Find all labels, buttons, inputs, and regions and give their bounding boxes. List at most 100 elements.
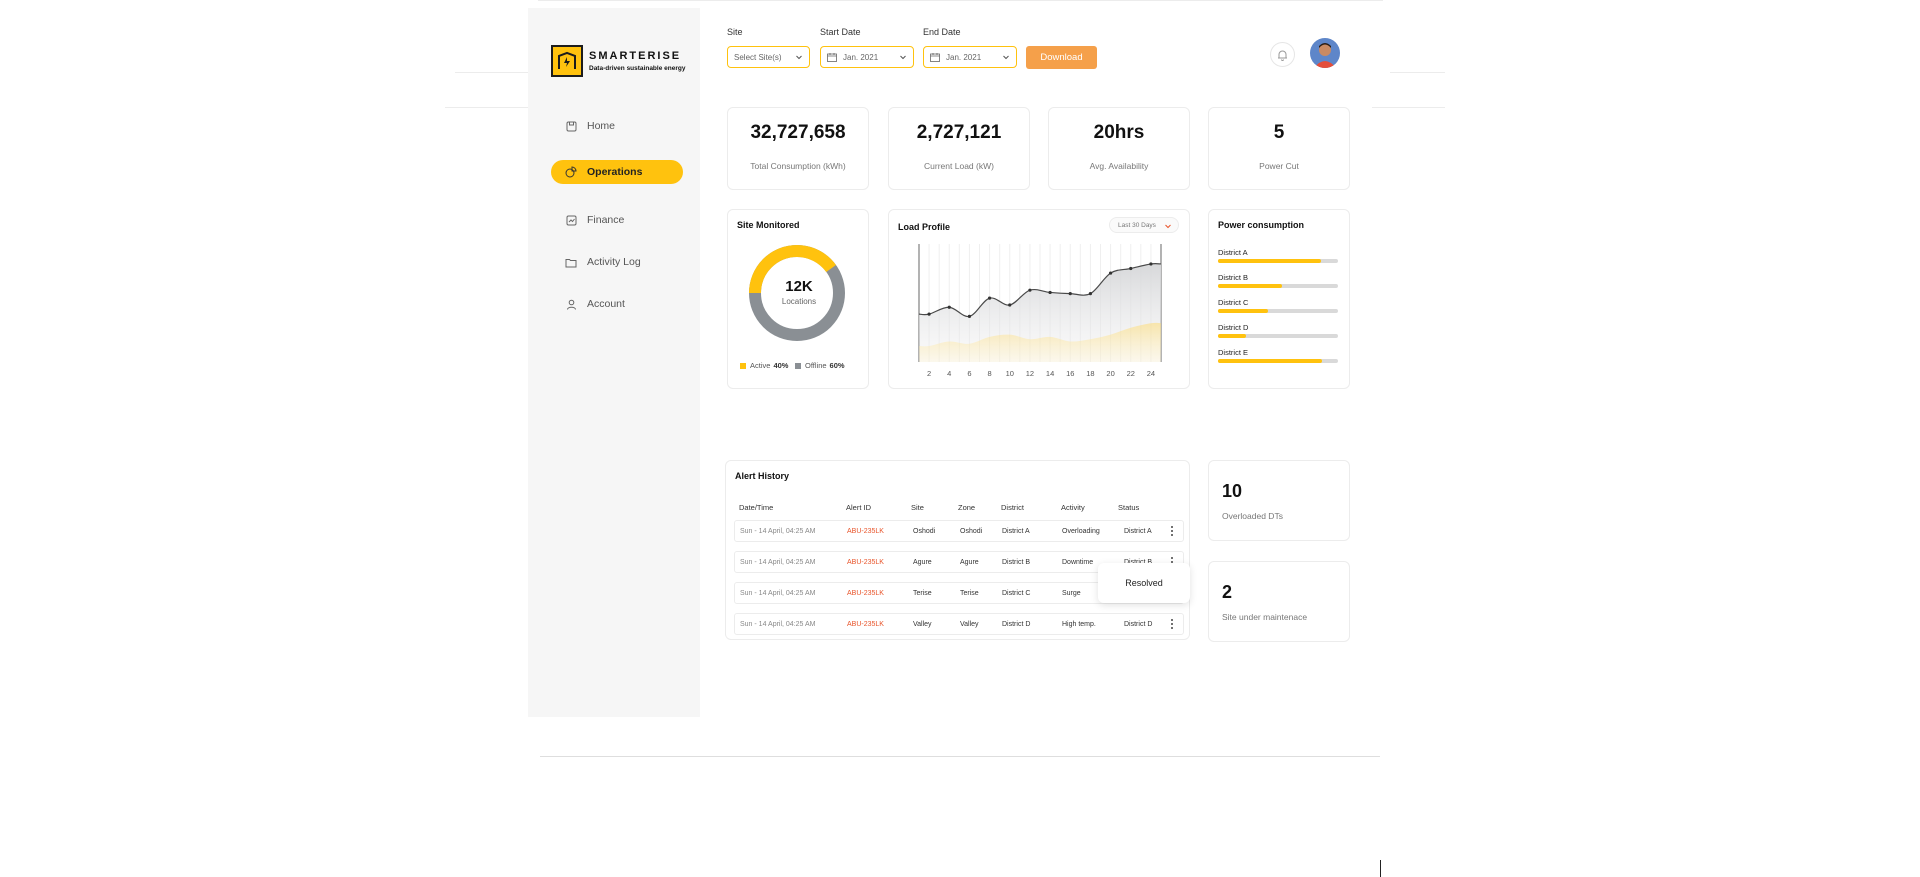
site-monitored-card: Site Monitored 12K Locations Active 40% … xyxy=(727,209,869,389)
table-cell: District B xyxy=(1002,559,1030,566)
column-header[interactable]: Alert ID xyxy=(846,503,871,512)
finance-icon xyxy=(565,214,577,226)
table-cell: District D xyxy=(1002,621,1031,628)
background-line xyxy=(1372,107,1445,108)
table-cell[interactable]: ABU-235LK xyxy=(847,559,884,566)
column-header[interactable]: Activity xyxy=(1061,503,1085,512)
sidebar-item-label: Operations xyxy=(587,166,643,178)
brand-logo[interactable]: SMARTERISE Data-driven sustainable energ… xyxy=(551,45,691,79)
legend-label: Active xyxy=(750,361,771,370)
sidebar-item-activity-log[interactable]: Activity Log xyxy=(551,250,683,274)
data-point xyxy=(927,312,931,316)
load-profile-card: Load Profile Last 30 Days 2 4 6 8 10 12 14 16 18… xyxy=(888,209,1190,389)
card-title: Alert History xyxy=(735,471,790,481)
brand-tagline: Data-driven sustainable energy xyxy=(589,65,686,72)
x-tick-label: 16 xyxy=(1066,369,1074,378)
legend-value: 60% xyxy=(829,361,845,370)
kpi-label: Current Load (kW) xyxy=(924,161,994,171)
power-consumption-card: Power consumption District A District B Di… xyxy=(1208,209,1350,389)
table-row[interactable]: Sun - 14 April, 04:25 AM ABU-235LK Oshodi O… xyxy=(734,520,1184,542)
table-cell: District C xyxy=(1002,590,1031,597)
column-header[interactable]: Status xyxy=(1118,503,1139,512)
legend-value: 40% xyxy=(773,361,789,370)
kpi-label: Avg. Availability xyxy=(1089,161,1149,171)
calendar-icon xyxy=(827,52,837,62)
table-cell: District D xyxy=(1124,621,1153,628)
table-cell: Oshodi xyxy=(913,528,936,535)
alert-history-card: Alert History Date/Time Alert ID Site Zone D… xyxy=(725,460,1190,640)
bell-icon xyxy=(1278,50,1287,61)
sidebar-item-home[interactable]: Home xyxy=(551,114,683,138)
x-tick-label: 18 xyxy=(1086,369,1094,378)
maintenance-card: 2 Site under maintenace xyxy=(1208,561,1350,642)
column-header[interactable]: District xyxy=(1001,503,1024,512)
avatar[interactable] xyxy=(1310,38,1340,68)
background-line xyxy=(1380,860,1381,877)
data-point xyxy=(967,314,972,318)
x-tick-label: 2 xyxy=(927,369,931,378)
data-point xyxy=(1048,290,1052,295)
table-cell: Agure xyxy=(960,559,979,566)
district-name: District C xyxy=(1218,298,1249,307)
notification-button[interactable] xyxy=(1270,42,1295,67)
resolved-popover-option[interactable]: Resolved xyxy=(1098,563,1190,603)
district-bar: District C xyxy=(1218,298,1338,313)
table-cell[interactable]: ABU-235LK xyxy=(847,590,884,597)
table-cell: Terise xyxy=(960,590,979,597)
x-tick-label: 12 xyxy=(1026,369,1034,378)
download-button[interactable]: Download xyxy=(1026,46,1097,69)
legend-swatch xyxy=(795,362,801,369)
x-tick-label: 6 xyxy=(967,369,971,378)
user-avatar-icon xyxy=(1310,38,1340,68)
table-cell[interactable]: ABU-235LK xyxy=(847,621,884,628)
district-track xyxy=(1218,284,1338,288)
table-cell: Surge xyxy=(1062,590,1081,597)
district-track xyxy=(1218,334,1338,338)
more-options-icon[interactable] xyxy=(1171,526,1175,536)
x-tick-label: 10 xyxy=(1006,369,1014,378)
end-date-picker[interactable]: Jan. 2021 xyxy=(923,46,1017,68)
data-point xyxy=(1108,271,1113,275)
district-fill xyxy=(1218,309,1269,313)
background-line xyxy=(540,756,1380,757)
district-name: District A xyxy=(1218,248,1248,257)
table-row[interactable]: Sun - 14 April, 04:25 AM ABU-235LK Valley V… xyxy=(734,613,1184,635)
chevron-down-icon xyxy=(900,55,906,60)
sidebar-item-finance[interactable]: Finance xyxy=(551,208,683,232)
column-header[interactable]: Site xyxy=(911,503,924,512)
sidebar-item-account[interactable]: Account xyxy=(551,292,683,316)
sidebar-item-label: Activity Log xyxy=(587,256,641,268)
district-track xyxy=(1218,259,1338,263)
operations-icon xyxy=(565,166,577,178)
column-header[interactable]: Zone xyxy=(958,503,975,512)
sidebar-item-operations[interactable]: Operations xyxy=(551,160,683,184)
site-select[interactable]: Select Site(s) xyxy=(727,46,810,68)
district-fill xyxy=(1218,334,1246,338)
x-tick-label: 8 xyxy=(987,369,991,378)
table-cell[interactable]: ABU-235LK xyxy=(847,528,884,535)
start-date-picker[interactable]: Jan. 2021 xyxy=(820,46,914,68)
kpi-card-total-consumption: 32,727,658 Total Consumption (kWh) xyxy=(727,107,869,190)
more-options-icon[interactable] xyxy=(1171,619,1175,629)
data-point xyxy=(987,296,992,300)
table-cell: Sun - 14 April, 04:25 AM xyxy=(740,621,816,628)
sidebar-item-label: Finance xyxy=(587,214,625,226)
site-filter-label: Site xyxy=(727,27,743,37)
data-point xyxy=(1008,303,1012,307)
table-cell: Valley xyxy=(913,621,932,628)
kpi-value: 5 xyxy=(1273,122,1285,143)
district-track xyxy=(1218,309,1338,313)
background-line xyxy=(538,0,1383,1)
x-tick-label: 20 xyxy=(1106,369,1114,378)
overloaded-dts-card: 10 Overloaded DTs xyxy=(1208,460,1350,541)
stat-value: 2 xyxy=(1222,582,1233,602)
home-icon xyxy=(565,120,577,132)
district-fill xyxy=(1218,284,1282,288)
data-point xyxy=(1068,292,1072,296)
table-cell: Terise xyxy=(913,590,932,597)
column-header[interactable]: Date/Time xyxy=(739,503,773,512)
brand-name: SMARTERISE xyxy=(589,50,682,62)
end-date-value: Jan. 2021 xyxy=(946,52,982,62)
kpi-label: Power Cut xyxy=(1259,161,1299,171)
table-cell: Sun - 14 April, 04:25 AM xyxy=(740,528,816,535)
